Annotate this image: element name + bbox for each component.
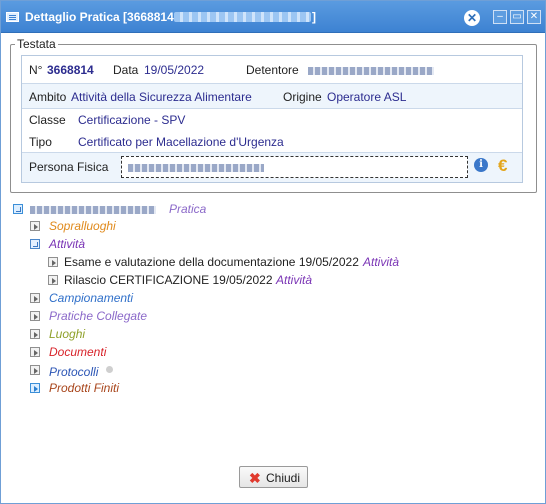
- maximize-button[interactable]: ▭: [510, 10, 524, 24]
- minimize-button[interactable]: –: [493, 10, 507, 24]
- campionamenti-label: Campionamenti: [49, 291, 134, 305]
- numero-value: 3668814: [47, 63, 94, 77]
- prodotti-finiti-label: Prodotti Finiti: [49, 381, 120, 395]
- window-titlebar[interactable]: Dettaglio Pratica [3668814 - ] ✕ – ▭ ✕: [1, 1, 545, 33]
- attivita-child-2-text: Rilascio CERTIFICAZIONE 19/05/2022: [64, 273, 273, 287]
- ambito-label: Ambito: [29, 90, 67, 104]
- testata-row-id: N° 3668814 Data 19/05/2022 Detentore: [22, 56, 522, 84]
- tipo-value: Certificato per Macellazione d'Urgenza: [78, 135, 284, 149]
- origine-label: Origine: [283, 90, 322, 104]
- classe-value: Certificazione - SPV: [78, 113, 186, 127]
- attivita-child-1-tag: Attività: [363, 255, 400, 269]
- testata-table: N° 3668814 Data 19/05/2022 Detentore Amb…: [21, 55, 523, 183]
- window-list-icon: [6, 12, 19, 22]
- tree-expanded-icon[interactable]: [30, 239, 40, 249]
- attivita-child-1-text: Esame e valutazione della documentazione…: [64, 255, 359, 269]
- pratica-detail-window: Dettaglio Pratica [3668814 - ] ✕ – ▭ ✕ T…: [0, 0, 546, 504]
- data-label: Data: [113, 63, 139, 77]
- redacted-title-text: [174, 12, 311, 22]
- persona-fisica-field[interactable]: [121, 156, 468, 178]
- testata-row-classe-tipo: Classe Certificazione - SPV Tipo Certifi…: [22, 109, 522, 153]
- numero-label: N°: [29, 63, 43, 77]
- attivita-label: Attività: [49, 237, 86, 251]
- window-title-bracket: ]: [312, 10, 316, 24]
- chiudi-label: Chiudi: [266, 471, 301, 485]
- euro-icon[interactable]: €: [498, 156, 507, 176]
- chiudi-button[interactable]: ✖ Chiudi: [239, 466, 308, 488]
- info-icon[interactable]: i: [474, 158, 488, 172]
- luoghi-label: Luoghi: [49, 327, 86, 341]
- tree-collapsed-icon[interactable]: [48, 257, 58, 267]
- pratiche-collegate-label: Pratiche Collegate: [49, 309, 148, 323]
- tree-collapsed-icon[interactable]: [30, 347, 40, 357]
- close-button[interactable]: ✕: [527, 10, 541, 24]
- tree-expanded-icon[interactable]: [13, 204, 23, 214]
- classe-label: Classe: [29, 113, 66, 127]
- close-x-icon: ✖: [249, 470, 261, 486]
- tree-root-suffix: Pratica: [169, 202, 207, 216]
- redacted-root-name: [30, 206, 156, 214]
- testata-legend: Testata: [15, 37, 58, 51]
- origine-value: Operatore ASL: [327, 90, 407, 104]
- window-title: Dettaglio Pratica [3668814 -: [25, 10, 182, 24]
- close-circle-icon[interactable]: ✕: [464, 10, 480, 26]
- loading-dot-icon: [106, 366, 113, 373]
- redacted-persona-value: [128, 164, 264, 172]
- data-value: 19/05/2022: [144, 63, 205, 77]
- redacted-detentore-value: [308, 67, 434, 75]
- tree-collapsed-icon[interactable]: [30, 383, 40, 393]
- tree-collapsed-icon[interactable]: [30, 293, 40, 303]
- protocolli-label: Protocolli: [49, 365, 99, 379]
- documenti-label: Documenti: [49, 345, 107, 359]
- ambito-value: Attività della Sicurezza Alimentare: [71, 90, 252, 104]
- testata-row-persona: Persona Fisica i €: [22, 153, 522, 182]
- detentore-label: Detentore: [246, 63, 299, 77]
- tree-collapsed-icon[interactable]: [30, 221, 40, 231]
- tree-collapsed-icon[interactable]: [48, 275, 58, 285]
- tree-collapsed-icon[interactable]: [30, 329, 40, 339]
- tree-collapsed-icon[interactable]: [30, 365, 40, 375]
- tree-collapsed-icon[interactable]: [30, 311, 40, 321]
- persona-label: Persona Fisica: [29, 160, 109, 174]
- sopralluoghi-label: Sopralluoghi: [49, 219, 116, 233]
- tipo-label: Tipo: [29, 135, 52, 149]
- attivita-child-2-tag: Attività: [276, 273, 313, 287]
- testata-row-ambito: Ambito Attività della Sicurezza Alimenta…: [22, 84, 522, 109]
